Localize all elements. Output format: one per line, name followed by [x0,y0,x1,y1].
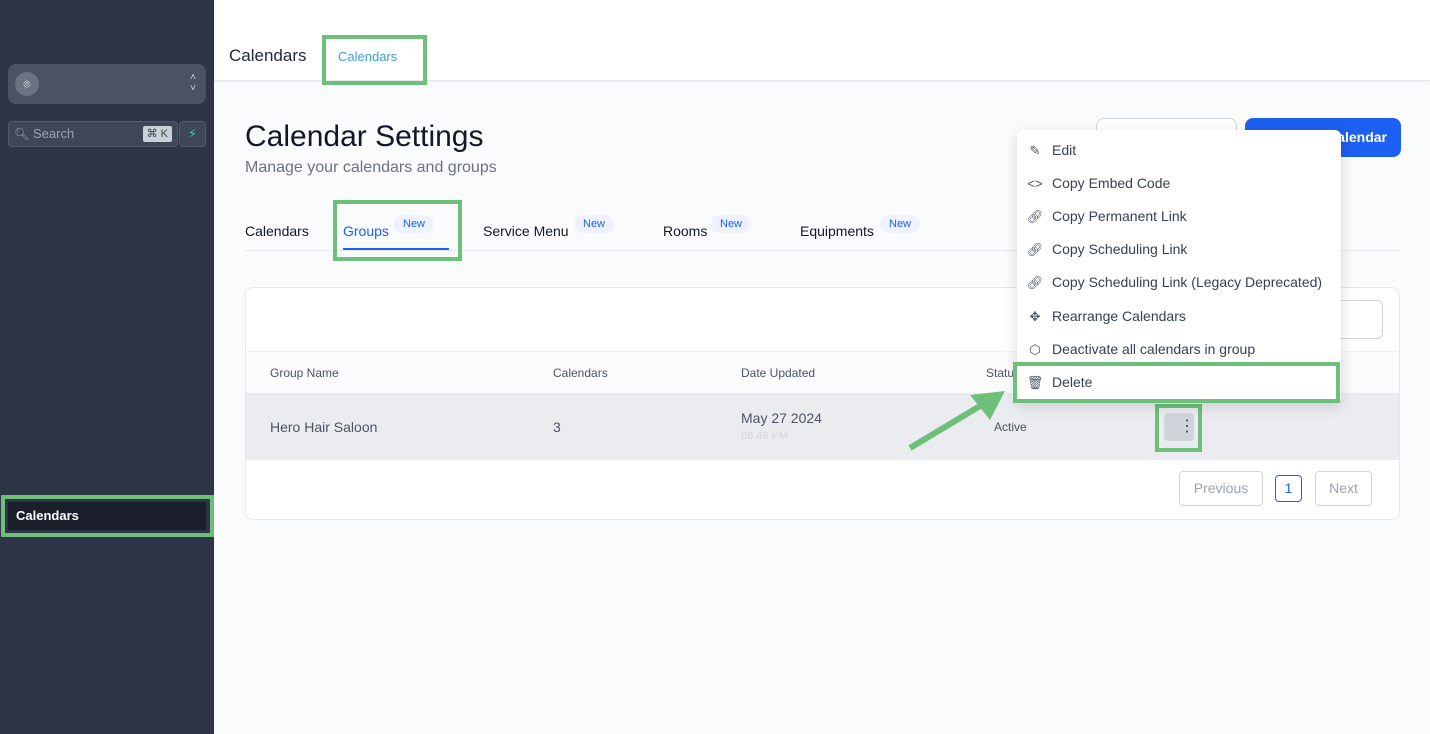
kebab-icon: ⋮ [1179,418,1195,435]
menu-label: Copy Scheduling Link [1052,241,1188,257]
header-date-updated: Date Updated [741,366,816,380]
link-icon: 🔗︎ [1026,209,1044,224]
sidebar: ⌾ ˄ ˅ 🔍︎ Search ⌘ K ⚡︎ Calendars [0,0,214,734]
menu-label: Edit [1052,142,1077,158]
chevron-updown-icon: ˄ ˅ [190,72,196,94]
menu-item-copy-embed-code[interactable]: <> Copy Embed Code [1017,167,1341,200]
quick-action-button[interactable]: ⚡︎ [179,121,206,147]
menu-item-copy-permanent-link[interactable]: 🔗︎ Copy Permanent Link [1017,200,1341,233]
previous-button[interactable]: Previous [1179,471,1263,506]
topbar-tab-calendars[interactable]: Calendars [338,49,397,64]
calendar-count: 3 [553,419,561,435]
menu-item-rearrange-calendars[interactable]: ✥ Rearrange Calendars [1017,300,1341,333]
new-badge: New [574,215,615,233]
page-1-button[interactable]: 1 [1275,475,1302,502]
bolt-icon: ⚡︎ [187,126,198,141]
header-calendars: Calendars [553,366,608,380]
next-button[interactable]: Next [1315,471,1372,506]
page-title: Calendar Settings [245,120,484,153]
menu-item-copy-scheduling-link[interactable]: 🔗︎ Copy Scheduling Link [1017,233,1341,266]
menu-item-deactivate-all[interactable]: ⬡ Deactivate all calendars in group [1017,333,1341,366]
menu-label: Copy Embed Code [1052,175,1171,191]
move-icon: ✥ [1029,309,1041,324]
header-status: Statu [986,366,1015,380]
search-input[interactable]: 🔍︎ Search ⌘ K [8,121,178,147]
active-tab-underline [343,248,449,250]
code-icon: <> [1027,176,1043,191]
menu-item-copy-scheduling-link-legacy[interactable]: 🔗︎ Copy Scheduling Link (Legacy Deprecate… [1017,266,1341,299]
menu-label: Copy Permanent Link [1052,208,1187,224]
tab-rooms[interactable]: Rooms [663,223,707,239]
more-options-button[interactable]: ⋮ [1164,413,1195,441]
topbar: Calendars Calendars [214,0,1430,81]
new-badge: New [394,215,435,233]
sidebar-item-calendars[interactable]: Calendars [8,502,206,530]
hexagon-icon: ⬡ [1029,342,1041,357]
pencil-icon: ✎ [1029,143,1041,158]
trash-icon: 🗑︎ [1026,375,1044,390]
menu-label: Copy Scheduling Link (Legacy Deprecated) [1052,274,1323,290]
date-updated: May 27 2024 [741,410,822,426]
group-name: Hero Hair Saloon [270,419,378,435]
tab-equipments[interactable]: Equipments [800,223,874,239]
location-switcher[interactable]: ⌾ ˄ ˅ [8,64,206,104]
shortcut-badge: ⌘ K [142,126,172,142]
tab-service-menu[interactable]: Service Menu [483,223,569,239]
menu-label: Rearrange Calendars [1052,308,1186,324]
search-icon: 🔍︎ [14,127,30,141]
tab-groups[interactable]: Groups [343,223,389,239]
group-actions-menu: ✎ Edit <> Copy Embed Code 🔗︎ Copy Permanent… [1017,130,1341,402]
header-group-name: Group Name [270,366,339,380]
topbar-title: Calendars [229,46,307,65]
link-icon: 🔗︎ [1026,275,1044,290]
menu-item-delete[interactable]: 🗑︎ Delete [1017,366,1341,399]
page-subtitle: Manage your calendars and groups [245,159,497,176]
annotation-arrow [908,391,1005,451]
search-placeholder: Search [33,126,75,141]
menu-label: Deactivate all calendars in group [1052,341,1256,357]
time-updated: 08 46 PM [741,430,789,442]
table-row[interactable]: Hero Hair Saloon 3 May 27 2024 08 46 PM … [246,393,1399,460]
location-icon: ⌾ [15,72,39,96]
new-badge: New [711,215,752,233]
tab-calendars[interactable]: Calendars [245,223,309,239]
link-icon: 🔗︎ [1026,242,1044,257]
new-badge: New [880,215,921,233]
menu-item-edit[interactable]: ✎ Edit [1017,134,1341,167]
menu-label: Delete [1052,374,1093,390]
